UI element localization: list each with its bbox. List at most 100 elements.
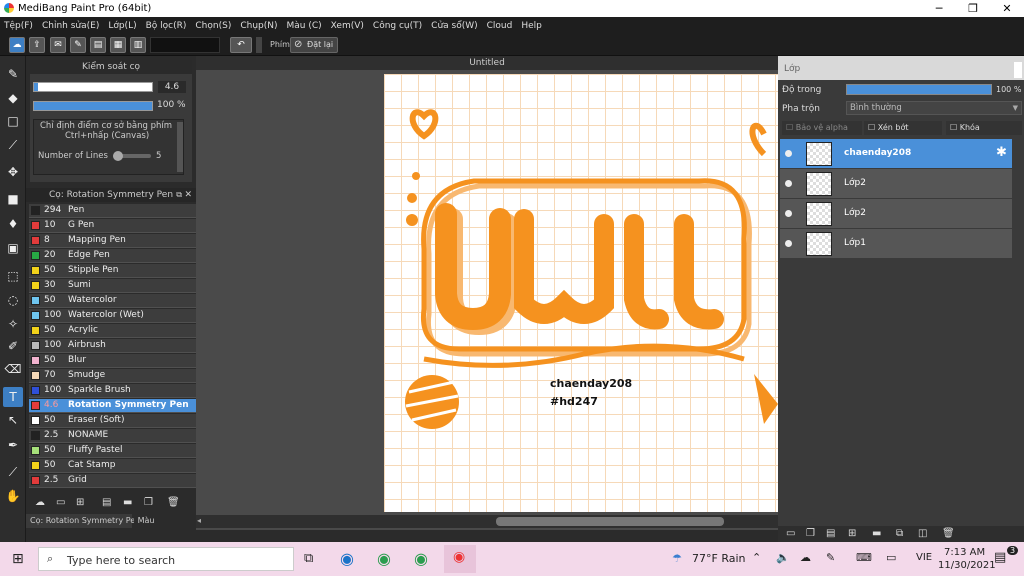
taskbar-search[interactable]: ⌕ Type here to search (38, 547, 294, 571)
brush-item[interactable]: 50 Watercolor (29, 294, 200, 308)
layer-row[interactable]: chaenday208 ✱ (780, 139, 1012, 169)
brush-item[interactable]: 50 Eraser (Soft) (29, 414, 200, 428)
tab-brush[interactable]: Cọ: Rotation Symmetry Pen (26, 514, 140, 528)
edge-browser-icon[interactable]: ◉ (340, 549, 354, 568)
drawing-canvas[interactable]: chaenday208 #hd247 (384, 74, 778, 512)
minimize-button[interactable]: ─ (922, 0, 956, 17)
brush-item[interactable]: 4.6 Rotation Symmetry Pen (29, 399, 200, 413)
notification-icon[interactable]: ▤ (994, 550, 1006, 565)
network-icon[interactable]: ▭ (886, 551, 896, 564)
undo-icon[interactable]: ↶ (230, 37, 252, 53)
brush-item[interactable]: 2.5 Grid (29, 474, 200, 488)
menu-snap[interactable]: Chụp(N) (240, 21, 277, 31)
hand-tool-icon[interactable]: ✋ (3, 486, 23, 506)
lock-checkbox[interactable]: ☐ Khóa (946, 121, 1022, 135)
tray-chevron-icon[interactable]: ⌃ (752, 551, 761, 564)
layout-icon[interactable]: ▥ (130, 37, 146, 53)
protect-alpha-checkbox[interactable]: ☐ Bảo vệ alpha (782, 121, 862, 135)
share-icon[interactable]: ⇪ (29, 37, 45, 53)
layer-row[interactable]: Lớp1 (780, 229, 1012, 259)
menu-file[interactable]: Tệp(F) (4, 21, 33, 31)
scroll-left-icon[interactable]: ◂ (197, 516, 201, 525)
layer-row[interactable]: Lớp2 (780, 199, 1012, 229)
visibility-icon[interactable] (785, 180, 792, 187)
reset-button[interactable]: ⊘ Đặt lại (290, 37, 338, 53)
new-layer-icon[interactable]: ▭ (786, 528, 795, 539)
clock-date[interactable]: 11/30/2021 (938, 560, 996, 571)
brush-item[interactable]: 50 Acrylic (29, 324, 200, 338)
cloud-brush-icon[interactable]: ☁ (35, 497, 45, 508)
document-icon[interactable]: ▤ (90, 37, 106, 53)
select-rect-tool-icon[interactable]: ⬚ (3, 266, 23, 286)
task-view-icon[interactable]: ⧉ (304, 551, 313, 566)
popout-icon[interactable]: ⧉ (176, 188, 182, 202)
menu-cloud[interactable]: Cloud (487, 21, 513, 31)
medibang-taskbar-button[interactable]: ◉ (444, 545, 476, 573)
brush-item[interactable]: 100 Watercolor (Wet) (29, 309, 200, 323)
rectangle-tool-icon[interactable]: □ (3, 111, 23, 131)
horizontal-scrollbar[interactable]: ◂ (196, 515, 778, 528)
brush-item[interactable]: 2.5 NONAME (29, 429, 200, 443)
copy-layer-icon[interactable]: ❐ (806, 528, 815, 539)
brush-item[interactable]: 50 Stipple Pen (29, 264, 200, 278)
gradient-tool-icon[interactable]: ▣ (3, 238, 23, 258)
new-brush-icon[interactable]: ▭ (56, 497, 65, 508)
select-eraser-tool-icon[interactable]: ⌫ (3, 359, 23, 379)
visibility-icon[interactable] (785, 210, 792, 217)
clipping-checkbox[interactable]: ☐ Xén bớt (864, 121, 942, 135)
brush-item[interactable]: 10 G Pen (29, 219, 200, 233)
add-brush-icon[interactable]: ⊞ (76, 497, 84, 508)
operation-tool-icon[interactable]: ↖ (3, 410, 23, 430)
close-button[interactable]: ✕ (990, 0, 1024, 17)
keyboard-icon[interactable]: ⌨ (856, 551, 872, 564)
trash-icon[interactable]: 🗑 (167, 497, 180, 508)
menu-color[interactable]: Màu (C) (287, 21, 322, 31)
pen-icon[interactable]: ✎ (70, 37, 86, 53)
bucket-tool-icon[interactable]: ♦ (3, 214, 23, 234)
scroll-thumb[interactable] (496, 517, 724, 526)
layer-opacity-slider[interactable] (846, 84, 992, 95)
brush-item[interactable]: 8 Mapping Pen (29, 234, 200, 248)
menu-tools[interactable]: Công cụ(T) (373, 21, 422, 31)
comment-icon[interactable]: ✉ (50, 37, 66, 53)
brush-item[interactable]: 100 Sparkle Brush (29, 384, 200, 398)
menu-window[interactable]: Cửa sổ(W) (431, 21, 477, 31)
delete-layer-icon[interactable]: 🗑 (942, 528, 955, 539)
duplicate-icon[interactable]: ❐ (144, 497, 153, 508)
magic-wand-tool-icon[interactable]: ✧ (3, 314, 23, 334)
menu-select[interactable]: Chọn(S) (195, 21, 231, 31)
brush-item[interactable]: 100 Airbrush (29, 339, 200, 353)
select-pen-tool-icon[interactable]: ✐ (3, 336, 23, 356)
maximize-button[interactable]: ❐ (956, 0, 990, 17)
lines-slider[interactable] (113, 151, 151, 161)
clock-time[interactable]: 7:13 AM (944, 547, 985, 558)
windows-start-icon[interactable]: ⊞ (12, 551, 24, 567)
chrome-icon[interactable]: ◉ (377, 549, 391, 568)
add-layer-icon[interactable]: ⊞ (848, 528, 856, 539)
line-tool-icon[interactable]: ⟋ (3, 135, 23, 155)
visibility-icon[interactable] (785, 150, 792, 157)
eraser-tool-icon[interactable]: ◆ (3, 88, 23, 108)
layer-folder-icon[interactable]: ▬ (872, 528, 881, 539)
brush-item[interactable]: 294 Pen (29, 204, 200, 218)
volume-icon[interactable]: 🔈 (776, 551, 790, 564)
opacity-slider[interactable] (33, 101, 153, 111)
brush-item[interactable]: 50 Fluffy Pastel (29, 444, 200, 458)
visibility-icon[interactable] (785, 240, 792, 247)
cloud-tray-icon[interactable]: ☁ (800, 551, 811, 564)
brush-item[interactable]: 50 Cat Stamp (29, 459, 200, 473)
menu-filter[interactable]: Bộ lọc(R) (146, 21, 187, 31)
brush-item[interactable]: 20 Edge Pen (29, 249, 200, 263)
language-indicator[interactable]: VIE (916, 552, 932, 563)
eyedropper-tool-icon[interactable]: ✒ (3, 435, 23, 455)
brush-item[interactable]: 70 Smudge (29, 369, 200, 383)
menu-layer[interactable]: Lớp(L) (108, 21, 136, 31)
grid-icon[interactable]: ▦ (110, 37, 126, 53)
brush-tool-icon[interactable]: ✎ (3, 64, 23, 84)
tab-color[interactable]: Màu (134, 514, 158, 528)
pen-cursor-tool-icon[interactable]: ⟋ (3, 462, 23, 482)
text-tool-icon[interactable]: T (3, 387, 23, 407)
layer-row[interactable]: Lớp2 (780, 169, 1012, 199)
layer-settings-icon[interactable]: ▤ (826, 528, 835, 539)
brush-item[interactable]: 50 Blur (29, 354, 200, 368)
